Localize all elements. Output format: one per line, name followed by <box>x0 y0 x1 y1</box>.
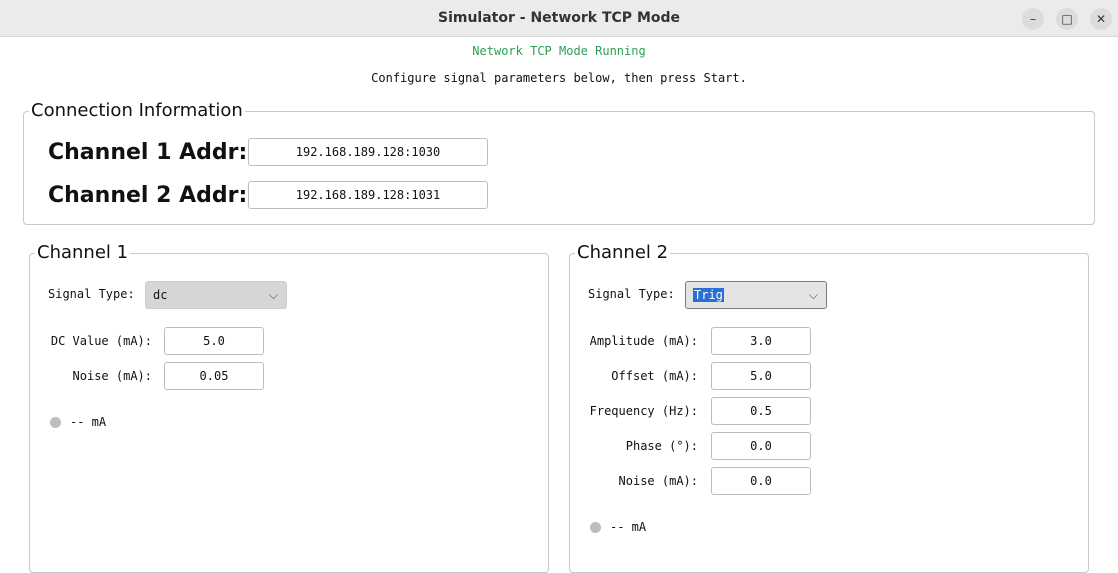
channel2-phase-field[interactable]: 0.0 <box>711 432 811 460</box>
channel2-frequency-label: Frequency (Hz): <box>589 404 698 418</box>
channel1-addr-field[interactable]: 192.168.189.128:1030 <box>248 138 488 166</box>
channel1-noise-label: Noise (mA): <box>72 369 152 383</box>
channel1-addr-label: Channel 1 Addr: <box>48 140 248 165</box>
channel2-addr-label: Channel 2 Addr: <box>48 183 248 208</box>
status-text: Network TCP Mode Running <box>472 44 646 58</box>
close-button[interactable]: ✕ <box>1090 8 1112 30</box>
channel1-signal-type-label: Signal Type: <box>48 287 135 301</box>
channel1-readout: -- mA <box>70 415 107 429</box>
minimize-icon: – <box>1030 12 1036 26</box>
title-bar: Simulator - Network TCP Mode – □ ✕ <box>0 0 1118 37</box>
channel1-dc-value-field[interactable]: 5.0 <box>164 327 264 355</box>
channel2-signal-type-value: Trig <box>693 288 724 302</box>
channel2-readout: -- mA <box>610 520 647 534</box>
chevron-down-icon: ⌵ <box>268 288 278 302</box>
channel2-amplitude-field[interactable]: 3.0 <box>711 327 811 355</box>
channel1-status-indicator <box>50 417 61 428</box>
close-icon: ✕ <box>1095 12 1107 26</box>
channel2-amplitude-label: Amplitude (mA): <box>589 334 698 348</box>
channel1-signal-type-value: dc <box>153 288 168 302</box>
channel2-addr-field[interactable]: 192.168.189.128:1031 <box>248 181 488 209</box>
channel1-group <box>29 253 549 573</box>
instructions-text: Configure signal parameters below, then … <box>371 71 747 85</box>
channel2-offset-label: Offset (mA): <box>611 369 698 383</box>
channel2-signal-type-select[interactable]: Trig ⌵ <box>685 281 827 309</box>
channel2-status-indicator <box>590 522 601 533</box>
channel1-dc-value-label: DC Value (mA): <box>50 334 152 348</box>
chevron-down-icon: ⌵ <box>808 288 818 302</box>
window-title: Simulator - Network TCP Mode <box>437 10 681 26</box>
channel2-offset-field[interactable]: 5.0 <box>711 362 811 390</box>
channel1-title: Channel 1 <box>35 242 131 263</box>
channel2-frequency-field[interactable]: 0.5 <box>711 397 811 425</box>
channel2-phase-label: Phase (°): <box>625 439 698 453</box>
channel2-signal-type-label: Signal Type: <box>588 287 675 301</box>
channel1-signal-type-select[interactable]: dc ⌵ <box>145 281 287 309</box>
channel2-noise-label: Noise (mA): <box>618 474 698 488</box>
maximize-icon: □ <box>1061 12 1073 26</box>
channel1-noise-field[interactable]: 0.05 <box>164 362 264 390</box>
maximize-button[interactable]: □ <box>1056 8 1078 30</box>
connection-title: Connection Information <box>29 100 245 121</box>
channel2-title: Channel 2 <box>575 242 671 263</box>
minimize-button[interactable]: – <box>1022 8 1044 30</box>
channel2-noise-field[interactable]: 0.0 <box>711 467 811 495</box>
